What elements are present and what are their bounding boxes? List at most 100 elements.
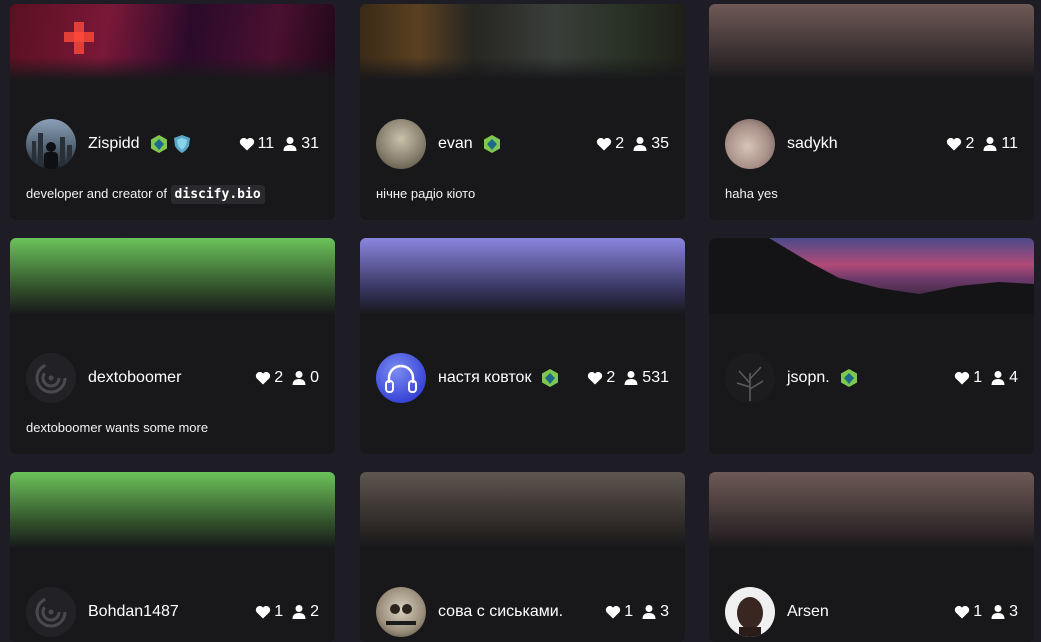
profile-header: Bohdan1487 1 2: [26, 587, 319, 637]
username[interactable]: Zispidd: [88, 135, 140, 153]
user-icon: [292, 371, 306, 385]
heart-icon: [606, 605, 621, 619]
username[interactable]: настя ковток: [438, 369, 531, 387]
owl-icon: [386, 604, 416, 625]
spiral-logo-icon: [35, 362, 67, 394]
likes-count: 2: [965, 135, 975, 152]
profile-banner: [360, 472, 685, 548]
avatar[interactable]: [725, 587, 775, 637]
profile-header: сова с сиськами. 1 3: [376, 587, 669, 637]
likes-stat[interactable]: 2: [596, 135, 624, 153]
followers-count: 11: [1001, 135, 1018, 152]
user-icon: [642, 605, 656, 619]
badge-list: [479, 134, 502, 154]
likes-stat[interactable]: 1: [255, 603, 283, 621]
badge-list: [146, 134, 192, 154]
heart-icon: [947, 137, 962, 151]
green-gem-icon[interactable]: [540, 368, 560, 388]
followers-count: 3: [660, 603, 669, 620]
likes-stat[interactable]: 1: [605, 603, 633, 621]
badge-list: [836, 368, 859, 388]
profile-banner: [10, 472, 335, 548]
username[interactable]: evan: [438, 135, 473, 153]
heart-icon: [597, 137, 612, 151]
followers-count: 531: [642, 369, 669, 386]
likes-stat[interactable]: 2: [946, 135, 974, 153]
likes-count: 1: [274, 603, 284, 620]
likes-count: 1: [973, 369, 983, 386]
green-gem-icon[interactable]: [482, 134, 502, 154]
username[interactable]: Bohdan1487: [88, 603, 179, 621]
heart-icon: [588, 371, 603, 385]
followers-count: 31: [301, 135, 319, 152]
profile-stats: 1 3: [946, 603, 1018, 621]
followers-stat[interactable]: 531: [623, 369, 669, 387]
followers-count: 4: [1009, 369, 1018, 386]
profile-card[interactable]: Zispidd 11 31 developer and creator of d…: [10, 4, 335, 220]
profile-stats: 2 0: [247, 369, 319, 387]
avatar[interactable]: [376, 353, 426, 403]
profile-card[interactable]: сова с сиськами. 1 3: [360, 472, 685, 642]
profile-bio: нічне радіо кіото: [376, 186, 476, 201]
profile-stats: 2 35: [588, 135, 669, 153]
username[interactable]: jsopn.: [787, 369, 830, 387]
username[interactable]: sadykh: [787, 135, 838, 153]
avatar[interactable]: [376, 587, 426, 637]
likes-stat[interactable]: 2: [587, 369, 615, 387]
profile-banner: [10, 238, 335, 314]
bio-text: developer and creator of: [26, 186, 171, 201]
green-gem-icon[interactable]: [149, 134, 169, 154]
heart-icon: [239, 137, 254, 151]
likes-stat[interactable]: 1: [954, 369, 982, 387]
heart-icon: [256, 371, 271, 385]
avatar[interactable]: [26, 587, 76, 637]
profile-card[interactable]: sadykh 2 11 haha yes: [709, 4, 1034, 220]
username[interactable]: Arsen: [787, 603, 829, 621]
followers-stat[interactable]: 2: [291, 603, 319, 621]
followers-stat[interactable]: 3: [641, 603, 669, 621]
profile-card[interactable]: dextoboomer 2 0 dextoboomer wants some m…: [10, 238, 335, 454]
profile-header: Arsen 1 3: [725, 587, 1018, 637]
username[interactable]: dextoboomer: [88, 369, 181, 387]
avatar-skyline-icon: [32, 133, 72, 169]
avatar[interactable]: [26, 119, 76, 169]
heart-icon: [256, 605, 271, 619]
profile-card[interactable]: Arsen 1 3: [709, 472, 1034, 642]
heart-icon: [955, 605, 970, 619]
profile-card[interactable]: jsopn. 1 4: [709, 238, 1034, 454]
followers-stat[interactable]: 4: [990, 369, 1018, 387]
avatar[interactable]: [725, 119, 775, 169]
blue-shield-icon[interactable]: [172, 134, 192, 154]
username[interactable]: сова с сиськами.: [438, 603, 563, 621]
green-gem-icon[interactable]: [839, 368, 859, 388]
likes-stat[interactable]: 1: [954, 603, 982, 621]
profile-bio: dextoboomer wants some more: [26, 420, 209, 435]
followers-stat[interactable]: 3: [990, 603, 1018, 621]
user-icon: [283, 137, 297, 151]
profile-card[interactable]: Bohdan1487 1 2: [10, 472, 335, 642]
profile-header: jsopn. 1 4: [725, 353, 1018, 403]
heart-icon: [955, 371, 970, 385]
likes-stat[interactable]: 2: [255, 369, 283, 387]
profile-card[interactable]: evan 2 35 нічне радіо кіото: [360, 4, 685, 220]
avatar[interactable]: [26, 353, 76, 403]
followers-stat[interactable]: 31: [282, 135, 319, 153]
avatar[interactable]: [725, 353, 775, 403]
banner-mountain-silhouette: [709, 238, 1034, 314]
avatar-portrait-icon: [737, 597, 763, 637]
user-icon: [292, 605, 306, 619]
likes-stat[interactable]: 11: [239, 135, 274, 153]
avatar-tree-icon: [736, 366, 764, 401]
profile-stats: 1 4: [946, 369, 1018, 387]
followers-stat[interactable]: 11: [982, 135, 1018, 153]
profile-banner: [709, 4, 1034, 80]
followers-stat[interactable]: 0: [291, 369, 319, 387]
likes-count: 2: [615, 135, 625, 152]
profile-card[interactable]: настя ковток 2 531: [360, 238, 685, 454]
followers-count: 0: [310, 369, 319, 386]
bio-code-link[interactable]: discify.bio: [170, 185, 265, 204]
followers-stat[interactable]: 35: [632, 135, 669, 153]
avatar[interactable]: [376, 119, 426, 169]
user-icon: [983, 137, 997, 151]
profile-stats: 2 531: [579, 369, 669, 387]
